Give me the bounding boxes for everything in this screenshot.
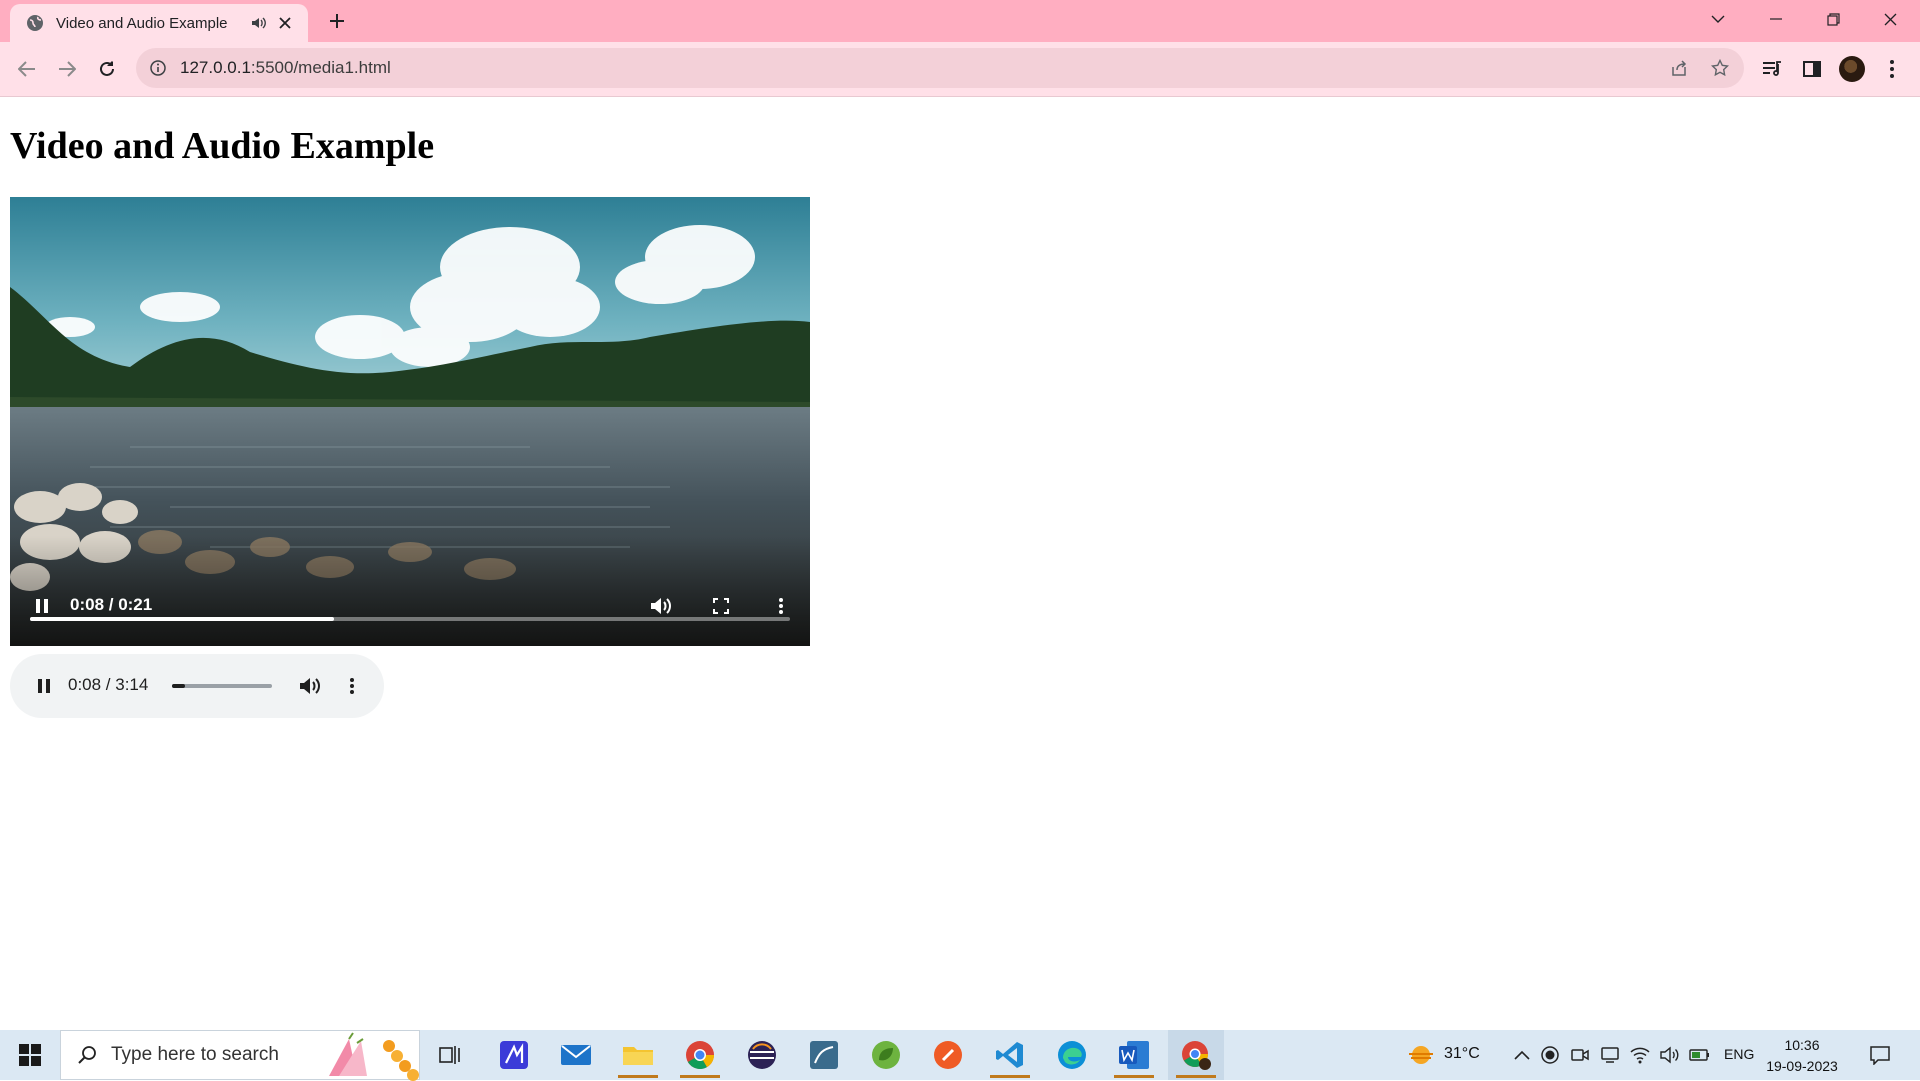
edge-app-icon[interactable] — [1044, 1030, 1100, 1080]
browser-toolbar: 127.0.0.1:5500/media1.html — [0, 42, 1920, 97]
tab-search-chevron-icon[interactable] — [1690, 0, 1746, 38]
site-info-icon[interactable] — [148, 58, 168, 78]
minimize-button[interactable] — [1748, 0, 1804, 38]
chrome-app-icon[interactable] — [672, 1030, 728, 1080]
running-indicator — [680, 1075, 720, 1078]
url-host: 127.0.0.1 — [180, 58, 251, 77]
running-indicator — [990, 1075, 1030, 1078]
page-content: Video and Audio Example 0:08 / 0:21 0:08… — [0, 97, 1920, 1030]
postman-app-icon[interactable] — [920, 1030, 976, 1080]
wifi-icon[interactable] — [1628, 1043, 1652, 1067]
display-settings-icon[interactable] — [1598, 1043, 1622, 1067]
back-button[interactable] — [12, 54, 42, 84]
mail-app-icon[interactable] — [548, 1030, 604, 1080]
video-time-display: 0:08 / 0:21 — [70, 595, 153, 614]
system-clock[interactable]: 10:36 19-09-2023 — [1754, 1035, 1850, 1077]
address-bar[interactable]: 127.0.0.1:5500/media1.html — [136, 48, 1744, 88]
tab-title: Video and Audio Example — [56, 14, 228, 32]
audio-player[interactable]: 0:08 / 3:14 — [10, 654, 384, 718]
notifications-icon[interactable] — [1868, 1043, 1892, 1067]
video-progress-fill — [30, 617, 334, 621]
new-tab-button[interactable] — [324, 8, 350, 34]
audio-pause-button[interactable] — [30, 672, 58, 700]
show-hidden-icons-chevron[interactable] — [1510, 1043, 1534, 1067]
clock-time: 10:36 — [1784, 1037, 1820, 1053]
url-text: 127.0.0.1:5500/media1.html — [180, 58, 1664, 78]
meet-now-icon[interactable] — [1568, 1043, 1592, 1067]
taskbar-search-box[interactable]: Type here to search — [60, 1030, 420, 1081]
close-window-button[interactable] — [1862, 0, 1918, 38]
weather-sun-icon[interactable] — [1406, 1043, 1436, 1067]
weather-temperature[interactable]: 31°C — [1444, 1045, 1480, 1063]
forward-button[interactable] — [52, 54, 82, 84]
file-explorer-icon[interactable] — [610, 1030, 666, 1080]
spring-tools-icon[interactable] — [858, 1030, 914, 1080]
search-icon — [75, 1043, 99, 1067]
speaker-volume-icon[interactable] — [1658, 1043, 1682, 1067]
windows-logo-icon — [19, 1044, 41, 1066]
audio-progress-bar[interactable] — [172, 684, 272, 688]
video-controls-gradient — [10, 536, 810, 646]
audio-volume-icon[interactable] — [296, 672, 324, 700]
video-pause-button[interactable] — [28, 592, 56, 620]
app-launcher-purple-icon[interactable] — [486, 1030, 542, 1080]
media-controls-icon[interactable] — [1756, 53, 1788, 85]
url-path: :5500/media1.html — [250, 58, 391, 77]
start-button[interactable] — [0, 1030, 60, 1080]
battery-charging-icon[interactable] — [1688, 1043, 1712, 1067]
record-status-icon[interactable] — [1538, 1043, 1562, 1067]
avatar-image — [1839, 56, 1865, 82]
video-progress-bar[interactable] — [30, 617, 790, 621]
browser-menu-icon[interactable] — [1876, 53, 1908, 85]
mysql-workbench-icon[interactable] — [796, 1030, 852, 1080]
chrome-profile-app-icon[interactable] — [1168, 1030, 1224, 1080]
profile-avatar[interactable] — [1836, 53, 1868, 85]
tab-audio-playing-icon[interactable] — [248, 12, 270, 34]
running-indicator — [618, 1075, 658, 1078]
word-app-icon[interactable] — [1106, 1030, 1162, 1080]
browser-tab-active[interactable]: Video and Audio Example — [10, 4, 308, 42]
reload-button[interactable] — [92, 54, 122, 84]
audio-time-display: 0:08 / 3:14 — [68, 675, 149, 694]
running-indicator — [1114, 1075, 1154, 1078]
windows-taskbar: Type here to search 31°C ENG 10:36 19-09… — [0, 1030, 1920, 1081]
side-panel-icon[interactable] — [1796, 53, 1828, 85]
vscode-app-icon[interactable] — [982, 1030, 1038, 1080]
tab-close-icon[interactable] — [274, 12, 296, 34]
bookmark-star-icon[interactable] — [1704, 52, 1736, 84]
video-player[interactable]: 0:08 / 0:21 — [10, 197, 810, 646]
tab-strip: Video and Audio Example — [0, 0, 1920, 42]
audio-progress-fill — [172, 684, 185, 688]
globe-icon — [26, 14, 44, 32]
search-highlight-flowers-icon — [329, 1032, 419, 1081]
restore-button[interactable] — [1805, 0, 1861, 38]
audio-more-options-icon[interactable] — [338, 672, 366, 700]
task-view-icon[interactable] — [422, 1030, 478, 1080]
language-indicator[interactable]: ENG — [1724, 1046, 1754, 1062]
running-indicator — [1176, 1075, 1216, 1078]
clock-date: 19-09-2023 — [1766, 1058, 1838, 1074]
eclipse-app-icon[interactable] — [734, 1030, 790, 1080]
share-icon[interactable] — [1664, 52, 1696, 84]
page-heading: Video and Audio Example — [10, 125, 435, 167]
search-placeholder: Type here to search — [111, 1044, 279, 1065]
